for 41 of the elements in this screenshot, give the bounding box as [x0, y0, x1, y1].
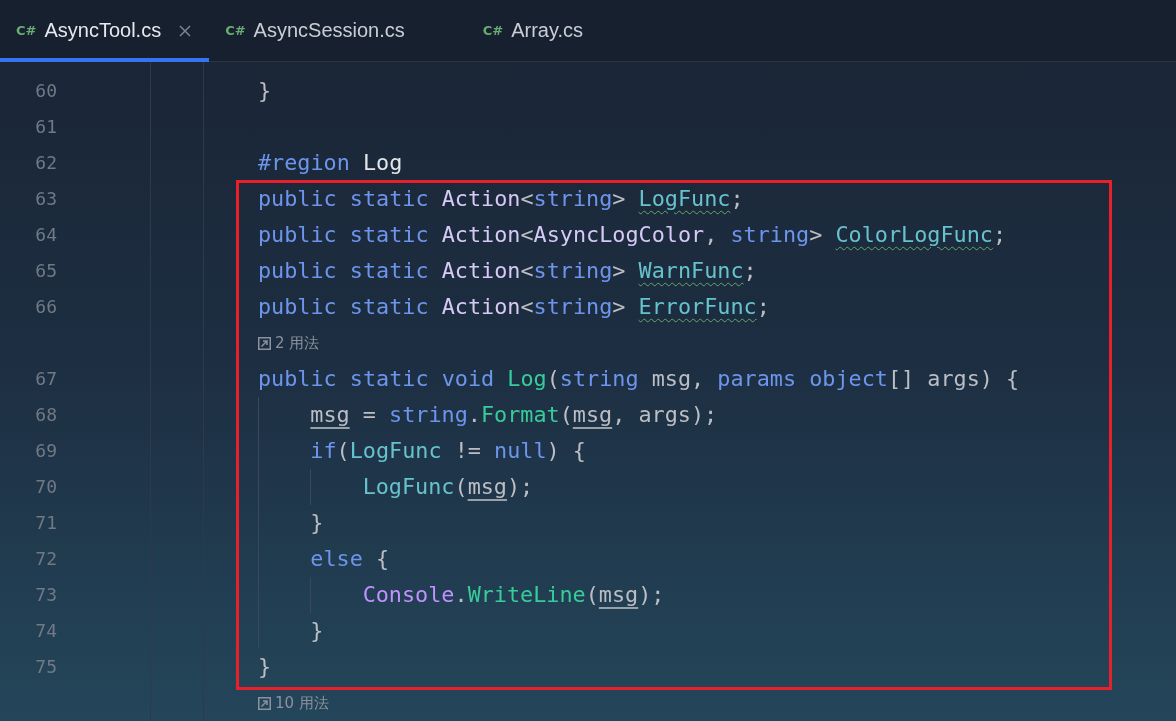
line-number: 74	[0, 613, 151, 649]
close-icon[interactable]	[179, 24, 192, 37]
file-tab[interactable]: C# AsyncSession.cs	[209, 0, 467, 62]
line-number: 75	[0, 649, 151, 685]
code-line: #region Log	[258, 149, 403, 177]
external-link-icon	[258, 336, 271, 350]
line-number: 70	[0, 469, 151, 505]
csharp-file-icon: C#	[482, 23, 504, 38]
line-number: 69	[0, 433, 151, 469]
code-line: else {	[310, 545, 390, 573]
line-number: 72	[0, 541, 151, 577]
code-line: if(LogFunc != null) {	[310, 437, 586, 465]
file-tab[interactable]: C# AsyncTool.cs	[0, 0, 210, 62]
code-line: public static void Log(string msg, params object[] args) {	[258, 365, 1020, 393]
csharp-file-icon: C#	[16, 23, 37, 38]
line-number: 67	[0, 361, 151, 397]
code-line: msg = string.Format(msg, args);	[310, 401, 718, 429]
code-line: LogFunc(msg);	[362, 473, 534, 501]
code-line: }	[310, 509, 324, 537]
code-line: public static Action<string> LogFunc;	[258, 185, 744, 213]
code-line: Console.WriteLine(msg);	[362, 581, 665, 609]
line-number: 62	[0, 145, 151, 181]
line-number: 60	[0, 73, 151, 109]
usages-link[interactable]: 2 用法	[258, 333, 320, 353]
line-number: 73	[0, 577, 151, 613]
code-line: public static Action<string> ErrorFunc;	[258, 293, 770, 321]
line-number: 68	[0, 397, 151, 433]
line-number: 63	[0, 181, 151, 217]
line-number: 64	[0, 217, 151, 253]
code-line: public static Action<AsyncLogColor, string> ColorLogFunc;	[258, 221, 1007, 249]
code-line: }	[310, 617, 324, 645]
code-line: public static Action<string> WarnFunc;	[258, 257, 757, 285]
file-tab[interactable]: C# Array.cs	[466, 0, 602, 62]
csharp-file-icon: C#	[225, 23, 246, 38]
code-line: }	[258, 77, 272, 105]
line-number: 71	[0, 505, 151, 541]
line-number: 61	[0, 109, 151, 145]
line-number: 65	[0, 253, 151, 289]
line-number: 66	[0, 289, 151, 325]
external-link-icon	[258, 696, 271, 710]
code-line: }	[258, 653, 272, 681]
